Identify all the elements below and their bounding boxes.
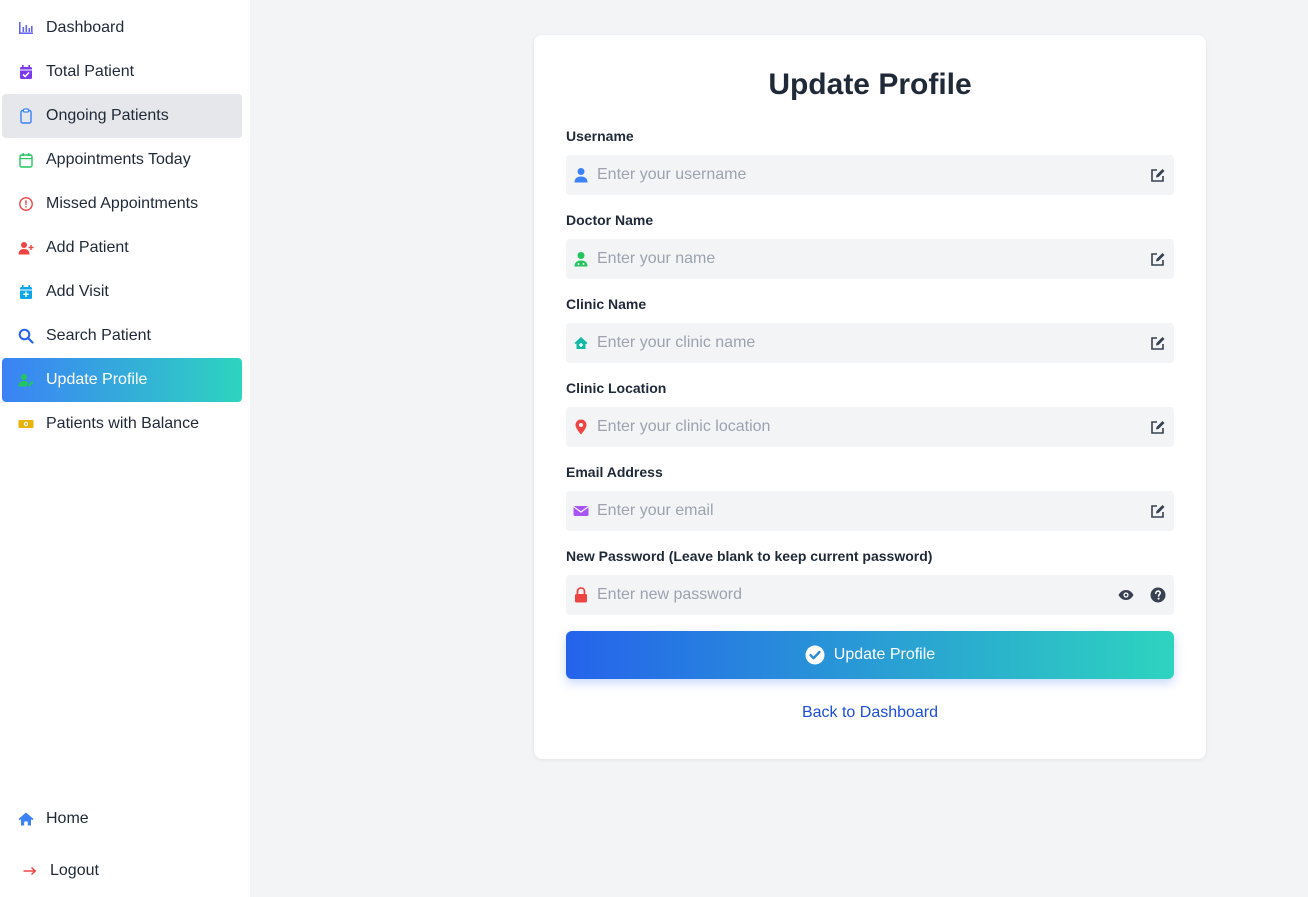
sidebar-item-label: Update Profile — [46, 371, 148, 388]
map-pin-icon — [574, 419, 588, 435]
logout-label: Logout — [50, 862, 99, 879]
edit-icon[interactable] — [1150, 335, 1166, 351]
question-circle-icon[interactable] — [1150, 587, 1166, 603]
page-title: Update Profile — [768, 68, 972, 101]
sidebar-bottom-links: Home Logout — [0, 793, 250, 897]
doctor-name-input[interactable] — [566, 239, 1174, 279]
clinic-name-input[interactable] — [566, 323, 1174, 363]
arrow-right-icon — [22, 863, 38, 879]
calendar-plus-icon — [18, 284, 34, 300]
field-label: Username — [566, 128, 634, 144]
edit-icon[interactable] — [1150, 167, 1166, 183]
sidebar-item-label: Dashboard — [46, 19, 125, 36]
username-input-wrap — [566, 155, 1174, 195]
sidebar-item-dashboard[interactable]: Dashboard — [2, 6, 242, 50]
field-label: Clinic Location — [566, 380, 667, 396]
username-field: Username — [566, 127, 1174, 195]
password-input[interactable] — [566, 575, 1174, 615]
clinic-name-field: Clinic Name — [566, 295, 1174, 363]
clinic-location-input-wrap — [566, 407, 1174, 447]
home-label: Home — [46, 810, 89, 827]
sidebar-item-label: Total Patient — [46, 63, 135, 80]
update-profile-card: Update Profile Username Doctor Name Clin… — [534, 35, 1206, 759]
user-icon — [574, 167, 588, 183]
envelope-icon — [573, 503, 589, 519]
back-to-dashboard-link[interactable]: Back to Dashboard — [566, 704, 1174, 722]
new-password-field: New Password (Leave blank to keep curren… — [566, 547, 1174, 615]
password-input-wrap — [566, 575, 1174, 615]
alert-circle-icon — [18, 196, 34, 212]
user-edit-icon — [18, 372, 34, 388]
user-doctor-icon — [574, 251, 588, 267]
sidebar-item-label: Appointments Today — [46, 151, 191, 168]
edit-icon[interactable] — [1150, 251, 1166, 267]
sidebar: Dashboard Total Patient Ongoing Patients… — [0, 0, 250, 897]
clinic-name-input-wrap — [566, 323, 1174, 363]
clinic-location-input[interactable] — [566, 407, 1174, 447]
email-input-wrap — [566, 491, 1174, 531]
sidebar-item-patients-with-balance[interactable]: Patients with Balance — [2, 402, 242, 446]
calendar-icon — [18, 152, 34, 168]
clinic-location-field: Clinic Location — [566, 379, 1174, 447]
update-profile-button[interactable]: Update Profile — [566, 631, 1174, 679]
sidebar-item-label: Patients with Balance — [46, 415, 199, 432]
eye-icon[interactable] — [1118, 587, 1134, 603]
clinic-icon — [574, 335, 588, 351]
sidebar-item-label: Add Patient — [46, 239, 129, 256]
sidebar-item-label: Add Visit — [46, 283, 109, 300]
doctor-name-field: Doctor Name — [566, 211, 1174, 279]
sidebar-item-add-patient[interactable]: Add Patient — [2, 226, 242, 270]
edit-icon[interactable] — [1150, 419, 1166, 435]
home-link[interactable]: Home — [0, 793, 250, 845]
sidebar-item-add-visit[interactable]: Add Visit — [2, 270, 242, 314]
logout-link[interactable]: Logout — [0, 845, 250, 897]
sidebar-item-appointments-today[interactable]: Appointments Today — [2, 138, 242, 182]
username-input[interactable] — [566, 155, 1174, 195]
update-profile-button-label: Update Profile — [833, 646, 936, 663]
field-label: Email Address — [566, 464, 663, 480]
sidebar-item-label: Ongoing Patients — [46, 107, 169, 124]
check-circle-icon — [805, 645, 825, 665]
calendar-check-icon — [18, 64, 34, 80]
doctor-name-input-wrap — [566, 239, 1174, 279]
lock-icon — [574, 587, 588, 603]
chart-icon — [18, 20, 34, 36]
email-input[interactable] — [566, 491, 1174, 531]
sidebar-item-label: Search Patient — [46, 327, 151, 344]
clipboard-icon — [18, 108, 34, 124]
sidebar-item-missed-appointments[interactable]: Missed Appointments — [2, 182, 242, 226]
sidebar-item-total-patient[interactable]: Total Patient — [2, 50, 242, 94]
email-field: Email Address — [566, 463, 1174, 531]
field-label: New Password (Leave blank to keep curren… — [566, 548, 933, 564]
user-plus-icon — [18, 240, 34, 256]
sidebar-nav: Dashboard Total Patient Ongoing Patients… — [0, 0, 250, 446]
money-bill-icon — [18, 416, 34, 432]
sidebar-item-ongoing-patients[interactable]: Ongoing Patients — [2, 94, 242, 138]
field-label: Doctor Name — [566, 212, 654, 228]
sidebar-item-search-patient[interactable]: Search Patient — [2, 314, 242, 358]
edit-icon[interactable] — [1150, 503, 1166, 519]
sidebar-item-update-profile[interactable]: Update Profile — [2, 358, 242, 402]
search-icon — [18, 328, 34, 344]
sidebar-item-label: Missed Appointments — [46, 195, 199, 212]
home-icon — [18, 811, 34, 827]
field-label: Clinic Name — [566, 296, 647, 312]
